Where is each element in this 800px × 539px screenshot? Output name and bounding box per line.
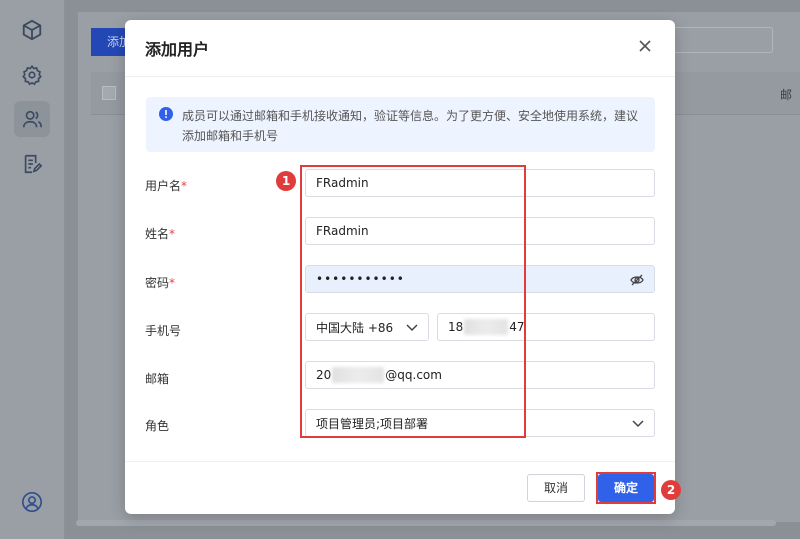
role-select[interactable]: 项目管理员;项目部署 [305, 409, 655, 437]
phone-label: 手机号 [145, 324, 182, 338]
phone-input[interactable]: 18 47 [437, 313, 655, 341]
country-code-select[interactable]: 中国大陆 +86 [305, 313, 429, 341]
horizontal-scrollbar[interactable] [76, 520, 776, 526]
sidebar [0, 0, 65, 539]
redacted-blur [332, 367, 385, 383]
info-icon [159, 107, 173, 121]
annotation-badge-1: 1 [276, 171, 296, 191]
role-label: 角色 [145, 419, 170, 433]
search-input-background[interactable] [660, 27, 773, 53]
chevron-down-icon [632, 420, 644, 428]
dialog-title: 添加用户 [145, 40, 210, 59]
password-input[interactable]: ••••••••••• [305, 265, 655, 293]
chevron-down-icon [406, 324, 418, 332]
select-all-checkbox[interactable] [102, 86, 116, 100]
gear-icon[interactable] [14, 57, 50, 93]
form-edit-icon[interactable] [14, 146, 50, 182]
password-label: 密码* [145, 276, 176, 290]
email-input[interactable]: 20 @qq.com [305, 361, 655, 389]
eye-hidden-icon[interactable] [630, 274, 644, 286]
close-icon[interactable] [637, 38, 653, 54]
annotation-badge-2: 2 [661, 480, 681, 500]
username-label: 用户名* [145, 179, 188, 193]
email-label: 邮箱 [145, 372, 170, 386]
redacted-blur [464, 319, 509, 335]
users-icon[interactable] [14, 101, 50, 137]
username-input[interactable]: FRadmin [305, 169, 655, 197]
notice-text: 成员可以通过邮箱和手机接收通知，验证等信息。为了更方便、安全地使用系统，建议添加… [182, 109, 639, 143]
user-avatar-icon[interactable] [14, 484, 50, 520]
info-notice: 成员可以通过邮箱和手机接收通知，验证等信息。为了更方便、安全地使用系统，建议添加… [146, 97, 655, 152]
footer-divider [125, 461, 675, 462]
table-header-email: 邮 [780, 88, 793, 102]
confirm-button[interactable]: 确定 [598, 474, 654, 502]
name-label: 姓名* [145, 227, 176, 241]
header-divider [125, 76, 675, 77]
name-input[interactable]: FRadmin [305, 217, 655, 245]
cancel-button[interactable]: 取消 [527, 474, 585, 502]
add-user-dialog: 添加用户 成员可以通过邮箱和手机接收通知，验证等信息。为了更方便、安全地使用系统… [125, 20, 675, 514]
logo-cube-icon[interactable] [14, 12, 50, 48]
